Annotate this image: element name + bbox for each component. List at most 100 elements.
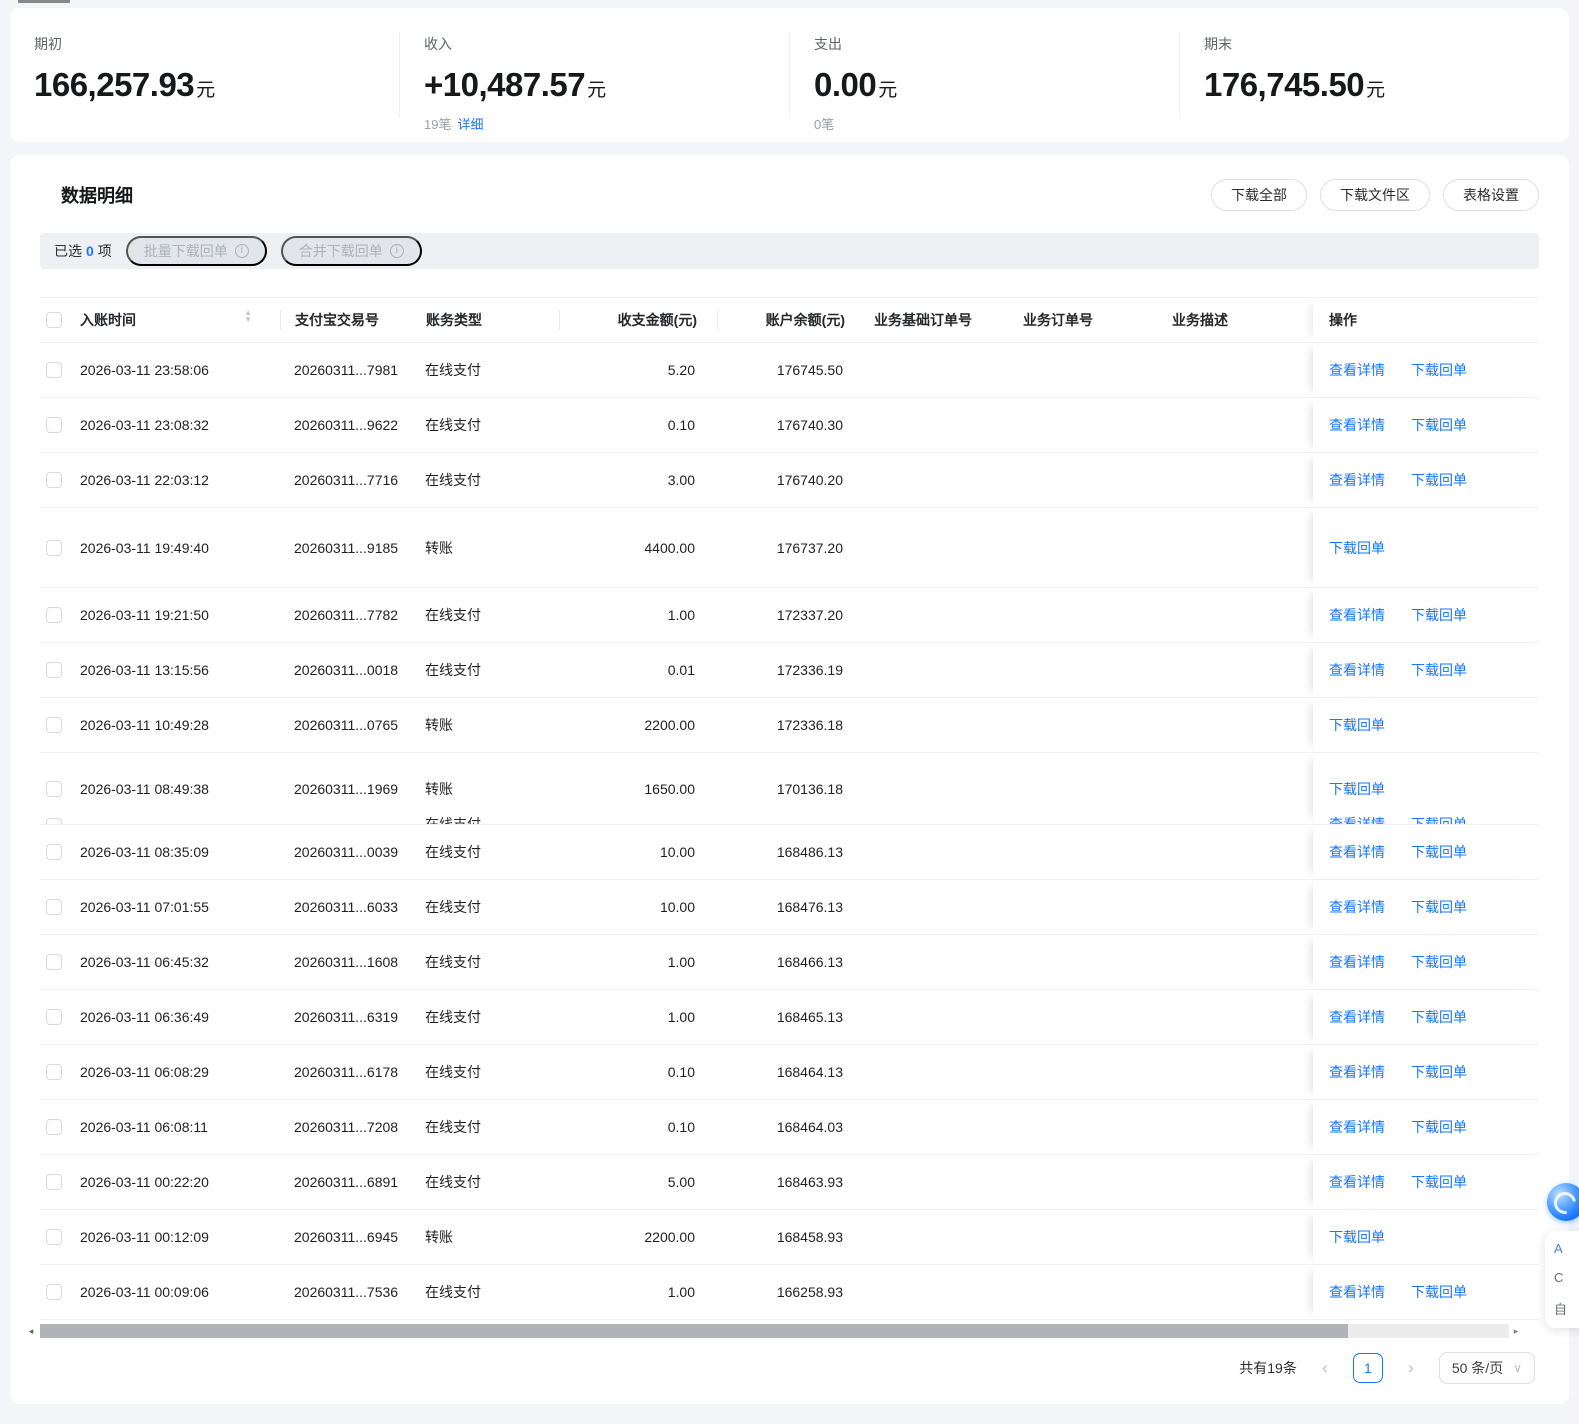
view-detail-link[interactable]: 查看详情 bbox=[1329, 842, 1385, 862]
row-checkbox[interactable] bbox=[46, 662, 62, 678]
view-detail-link[interactable]: 查看详情 bbox=[1329, 605, 1385, 625]
row-checkbox[interactable] bbox=[46, 1284, 62, 1300]
pagination-page-1-button[interactable]: 1 bbox=[1352, 1353, 1383, 1383]
download-receipt-link[interactable]: 下载回单 bbox=[1411, 360, 1467, 380]
cell-account-type: 在线支付 bbox=[425, 1064, 481, 1080]
page-size-select[interactable]: 50 条/页 ∨ bbox=[1438, 1352, 1535, 1384]
assistant-menu-item[interactable]: A bbox=[1554, 1241, 1579, 1256]
download-receipt-link[interactable]: 下载回单 bbox=[1411, 897, 1467, 917]
summary-value: 0.00 元 bbox=[814, 66, 897, 103]
download-receipt-link[interactable]: 下载回单 bbox=[1411, 1062, 1467, 1082]
row-checkbox[interactable] bbox=[46, 607, 62, 623]
cell-balance: 176740.30 bbox=[776, 417, 843, 433]
download-receipt-link[interactable]: 下载回单 bbox=[1411, 1117, 1467, 1137]
row-checkbox[interactable] bbox=[46, 899, 62, 915]
row-checkbox[interactable] bbox=[46, 539, 62, 556]
download-receipt-link[interactable]: 下载回单 bbox=[1411, 1282, 1467, 1302]
partially-hidden-row-actions: 查看详情下载回单 bbox=[1329, 817, 1467, 824]
row-checkbox[interactable] bbox=[46, 362, 62, 378]
cell-balance: 168466.13 bbox=[776, 954, 843, 970]
download-receipt-link[interactable]: 下载回单 bbox=[1329, 779, 1385, 799]
download-file-area-button[interactable]: 下载文件区 bbox=[1320, 179, 1430, 211]
table-row: 2026-03-11 19:21:50 20260311...7782 在线支付 1.… bbox=[40, 588, 1539, 643]
cell-transaction-id: 20260311...1969 bbox=[294, 780, 399, 797]
view-detail-link[interactable]: 查看详情 bbox=[1329, 660, 1385, 680]
scroll-left-arrow-icon[interactable]: ◂ bbox=[24, 1324, 38, 1338]
pagination-prev-button[interactable]: ‹ bbox=[1315, 1358, 1335, 1378]
row-actions: 查看详情 下载回单 bbox=[1313, 588, 1539, 642]
sort-icon[interactable]: ▲ ▼ bbox=[244, 310, 252, 327]
row-checkbox[interactable] bbox=[46, 844, 62, 860]
download-receipt-link[interactable]: 下载回单 bbox=[1411, 1172, 1467, 1192]
download-receipt-link[interactable]: 下载回单 bbox=[1411, 415, 1467, 435]
column-header-account-type: 账务类型 bbox=[426, 312, 482, 328]
cell-balance: 176740.20 bbox=[776, 472, 843, 488]
pagination-next-button[interactable]: › bbox=[1401, 1358, 1421, 1378]
cell-amount: 1.00 bbox=[667, 954, 695, 970]
scrollbar-thumb[interactable] bbox=[40, 1324, 1348, 1338]
info-icon: i bbox=[389, 244, 404, 258]
merge-download-receipts-button[interactable]: 合并下载回单 i bbox=[280, 236, 422, 266]
cell-transaction-id: 20260311...7981 bbox=[294, 362, 399, 378]
download-receipt-link[interactable]: 下载回单 bbox=[1329, 538, 1385, 558]
table-row: 2026-03-11 10:49:28 20260311...0765 转账 2200… bbox=[40, 698, 1539, 753]
row-checkbox[interactable] bbox=[46, 1119, 62, 1135]
scroll-right-arrow-icon[interactable]: ▸ bbox=[1509, 1324, 1523, 1338]
view-detail-link[interactable]: 查看详情 bbox=[1329, 1172, 1385, 1192]
download-receipt-link[interactable]: 下载回单 bbox=[1411, 1007, 1467, 1027]
download-receipt-link[interactable]: 下载回单 bbox=[1411, 605, 1467, 625]
select-all-checkbox[interactable] bbox=[46, 312, 62, 328]
download-all-button[interactable]: 下载全部 bbox=[1211, 179, 1307, 211]
cell-entry-time: 2026-03-11 06:08:29 bbox=[80, 1064, 209, 1080]
row-checkbox[interactable] bbox=[46, 954, 62, 970]
cell-transaction-id: 20260311...0039 bbox=[294, 844, 399, 860]
view-detail-link[interactable]: 查看详情 bbox=[1329, 952, 1385, 972]
cell-amount: 1.00 bbox=[667, 607, 695, 623]
view-detail-link[interactable]: 查看详情 bbox=[1329, 360, 1385, 380]
horizontal-scrollbar[interactable]: ◂ ▸ bbox=[29, 1324, 1539, 1338]
download-receipt-link[interactable]: 下载回单 bbox=[1411, 660, 1467, 680]
row-checkbox[interactable] bbox=[46, 1174, 62, 1190]
cell-account-type: 在线支付 bbox=[425, 607, 481, 623]
row-checkbox[interactable] bbox=[46, 1064, 62, 1080]
row-checkbox[interactable] bbox=[46, 1009, 62, 1025]
cell-account-type: 在线支付 bbox=[425, 954, 481, 970]
table-settings-button[interactable]: 表格设置 bbox=[1443, 179, 1539, 211]
download-receipt-link[interactable]: 下载回单 bbox=[1411, 842, 1467, 862]
download-receipt-link[interactable]: 下载回单 bbox=[1411, 952, 1467, 972]
cell-amount: 0.01 bbox=[667, 662, 695, 678]
summary-value: 166,257.93 元 bbox=[34, 66, 215, 103]
column-header-order: 业务订单号 bbox=[1023, 312, 1093, 328]
batch-download-receipts-button[interactable]: 批量下载回单 i bbox=[125, 236, 267, 266]
row-checkbox[interactable] bbox=[46, 417, 62, 433]
row-actions: 下载回单 bbox=[1313, 698, 1539, 752]
cell-amount: 0.10 bbox=[667, 1064, 695, 1080]
cell-account-type: 在线支付 bbox=[425, 1009, 481, 1025]
view-detail-link[interactable]: 查看详情 bbox=[1329, 470, 1385, 490]
assistant-menu-item[interactable]: C bbox=[1554, 1270, 1579, 1285]
download-receipt-link[interactable]: 下载回单 bbox=[1411, 470, 1467, 490]
income-detail-link[interactable]: 详细 bbox=[457, 117, 483, 132]
view-detail-link[interactable]: 查看详情 bbox=[1329, 1117, 1385, 1137]
view-detail-link[interactable]: 查看详情 bbox=[1329, 1062, 1385, 1082]
view-detail-link[interactable]: 查看详情 bbox=[1329, 1007, 1385, 1027]
row-checkbox[interactable] bbox=[46, 717, 62, 733]
cell-entry-time: 2026-03-11 23:58:06 bbox=[80, 362, 209, 378]
cell-account-type: 在线支付 bbox=[425, 844, 481, 860]
cell-entry-time: 2026-03-11 22:03:12 bbox=[80, 472, 209, 488]
view-detail-link[interactable]: 查看详情 bbox=[1329, 897, 1385, 917]
column-header-time[interactable]: 入账时间 ▲ ▼ bbox=[80, 310, 280, 330]
row-checkbox[interactable] bbox=[46, 472, 62, 488]
row-checkbox[interactable] bbox=[46, 1229, 62, 1245]
view-detail-link[interactable]: 查看详情 bbox=[1329, 415, 1385, 435]
assistant-menu-item[interactable]: 自 bbox=[1554, 1299, 1579, 1318]
download-receipt-link[interactable]: 下载回单 bbox=[1329, 715, 1385, 735]
cell-entry-time: 2026-03-11 06:36:49 bbox=[80, 1009, 209, 1025]
cell-amount: 5.00 bbox=[667, 1174, 695, 1190]
download-receipt-link[interactable]: 下载回单 bbox=[1329, 1227, 1385, 1247]
assistant-mascot-icon[interactable] bbox=[1547, 1183, 1579, 1221]
cell-account-type: 在线支付 bbox=[425, 662, 481, 678]
row-actions: 查看详情 下载回单 bbox=[1313, 343, 1539, 397]
row-checkbox[interactable] bbox=[46, 780, 62, 797]
view-detail-link[interactable]: 查看详情 bbox=[1329, 1282, 1385, 1302]
